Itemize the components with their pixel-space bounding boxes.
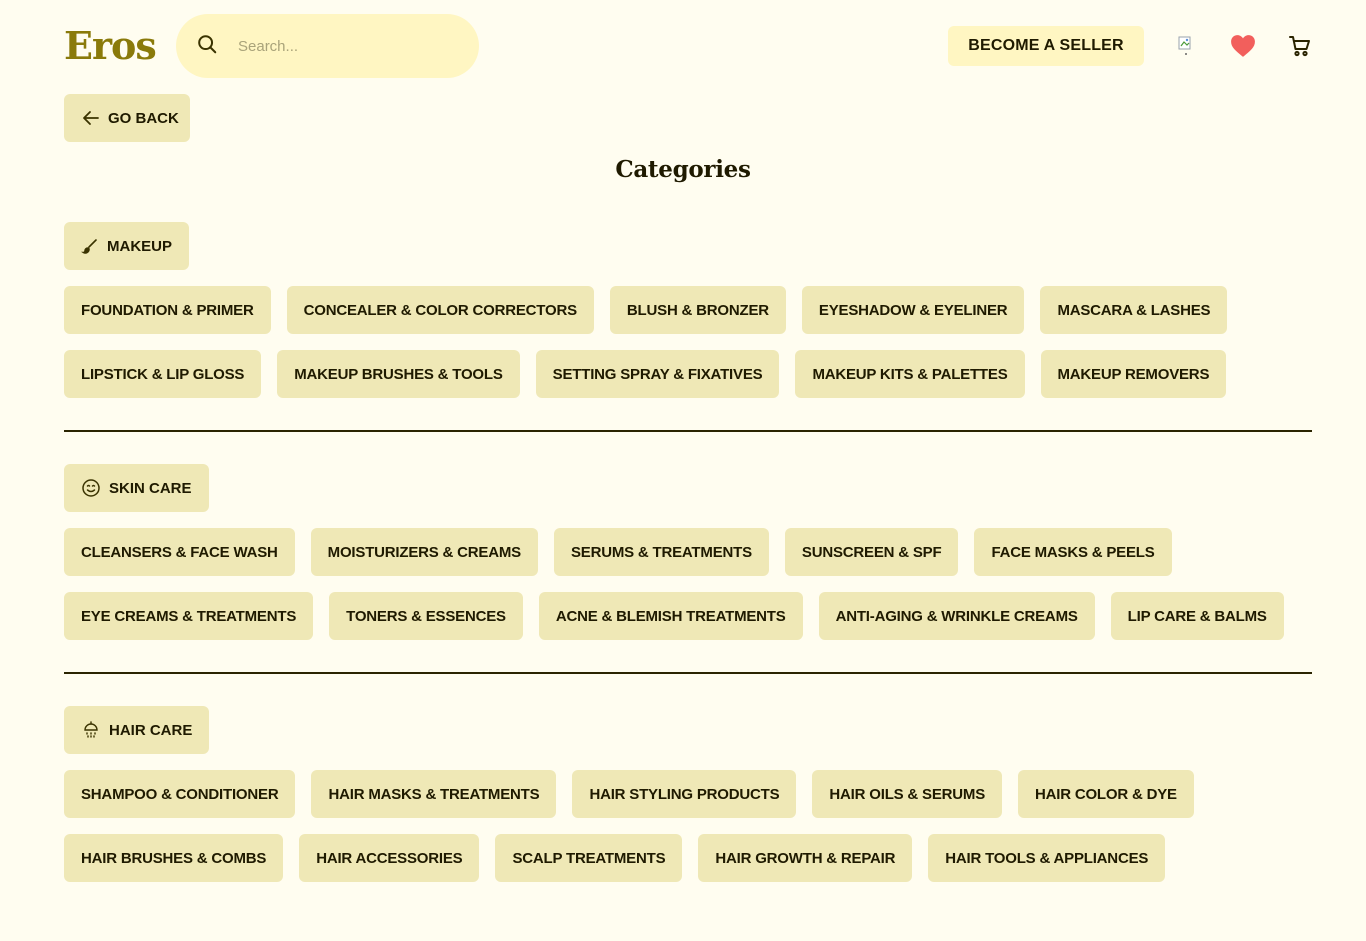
section-title: MAKEUP <box>107 237 173 255</box>
section-title: SKIN CARE <box>109 479 192 497</box>
go-back-label: GO BACK <box>108 109 179 127</box>
category-chip[interactable]: EYESHADOW & EYELINER <box>801 286 1025 334</box>
arrow-left-icon <box>83 111 99 125</box>
category-chip[interactable]: SUNSCREEN & SPF <box>784 528 959 576</box>
go-back-button[interactable]: GO BACK <box>64 94 190 142</box>
category-chip[interactable]: HAIR STYLING PRODUCTS <box>572 770 797 818</box>
become-seller-button[interactable]: BECOME A SELLER <box>948 26 1144 66</box>
category-chip[interactable]: HAIR GROWTH & REPAIR <box>698 834 913 882</box>
categories-page: Eros BECOME A SELLER <box>0 0 1366 941</box>
section-title: HAIR CARE <box>109 721 193 739</box>
category-chip[interactable]: MASCARA & LASHES <box>1040 286 1228 334</box>
category-chip[interactable]: BLUSH & BRONZER <box>609 286 786 334</box>
category-chip[interactable]: ACNE & BLEMISH TREATMENTS <box>538 592 803 640</box>
section-header-hair-care[interactable]: HAIR CARE <box>64 706 210 754</box>
search-bar[interactable] <box>176 14 479 78</box>
page-title: Categories <box>615 156 751 183</box>
category-chip[interactable]: SERUMS & TREATMENTS <box>553 528 769 576</box>
category-chip[interactable]: MOISTURIZERS & CREAMS <box>310 528 538 576</box>
category-chip[interactable]: MAKEUP BRUSHES & TOOLS <box>277 350 520 398</box>
chip-row: FOUNDATION & PRIMER CONCEALER & COLOR CO… <box>64 286 1312 334</box>
chip-row: SHAMPOO & CONDITIONER HAIR MASKS & TREAT… <box>64 770 1312 818</box>
section-divider <box>64 672 1312 674</box>
category-chip[interactable]: LIPSTICK & LIP GLOSS <box>64 350 262 398</box>
logo[interactable]: Eros <box>64 22 157 70</box>
section-makeup: MAKEUP FOUNDATION & PRIMER CONCEALER & C… <box>64 222 1312 398</box>
category-chip[interactable]: MAKEUP REMOVERS <box>1040 350 1227 398</box>
search-input[interactable] <box>238 26 438 66</box>
section-header-skin-care[interactable]: SKIN CARE <box>64 464 209 512</box>
section-skin-care: SKIN CARE CLEANSERS & FACE WASH MOISTURI… <box>64 464 1312 640</box>
category-chip[interactable]: HAIR OILS & SERUMS <box>812 770 1002 818</box>
section-header-makeup[interactable]: MAKEUP <box>64 222 190 270</box>
cart-icon[interactable] <box>1288 34 1312 63</box>
category-chip[interactable]: SETTING SPRAY & FIXATIVES <box>535 350 780 398</box>
chip-row: EYE CREAMS & TREATMENTS TONERS & ESSENCE… <box>64 592 1312 640</box>
category-chip[interactable]: FOUNDATION & PRIMER <box>64 286 271 334</box>
category-chip[interactable]: ANTI-AGING & WRINKLE CREAMS <box>818 592 1095 640</box>
heart-icon[interactable] <box>1230 34 1256 63</box>
section-divider <box>64 430 1312 432</box>
search-icon <box>196 33 218 60</box>
shower-icon <box>84 721 98 738</box>
smile-icon <box>82 479 100 497</box>
brush-icon <box>81 239 97 254</box>
category-chip[interactable]: HAIR COLOR & DYE <box>1018 770 1194 818</box>
category-chip[interactable]: HAIR TOOLS & APPLIANCES <box>928 834 1166 882</box>
category-chip[interactable]: FACE MASKS & PEELS <box>974 528 1172 576</box>
category-chip[interactable]: SCALP TREATMENTS <box>495 834 683 882</box>
chip-row: HAIR BRUSHES & COMBS HAIR ACCESSORIES SC… <box>64 834 1312 882</box>
category-chip[interactable]: SHAMPOO & CONDITIONER <box>64 770 296 818</box>
category-chip[interactable]: EYE CREAMS & TREATMENTS <box>64 592 314 640</box>
chip-row: CLEANSERS & FACE WASH MOISTURIZERS & CRE… <box>64 528 1312 576</box>
category-chip[interactable]: HAIR ACCESSORIES <box>299 834 480 882</box>
avatar-icon[interactable] <box>1176 34 1196 58</box>
chip-row: LIPSTICK & LIP GLOSS MAKEUP BRUSHES & TO… <box>64 350 1312 398</box>
category-chip[interactable]: HAIR BRUSHES & COMBS <box>64 834 284 882</box>
header: Eros BECOME A SELLER <box>64 14 1312 78</box>
category-chip[interactable]: CONCEALER & COLOR CORRECTORS <box>286 286 594 334</box>
category-chip[interactable]: LIP CARE & BALMS <box>1110 592 1284 640</box>
category-chip[interactable]: HAIR MASKS & TREATMENTS <box>311 770 557 818</box>
category-chip[interactable]: CLEANSERS & FACE WASH <box>64 528 295 576</box>
section-hair-care: HAIR CARE SHAMPOO & CONDITIONER HAIR MAS… <box>64 706 1312 882</box>
category-chip[interactable]: MAKEUP KITS & PALETTES <box>795 350 1025 398</box>
category-chip[interactable]: TONERS & ESSENCES <box>329 592 523 640</box>
